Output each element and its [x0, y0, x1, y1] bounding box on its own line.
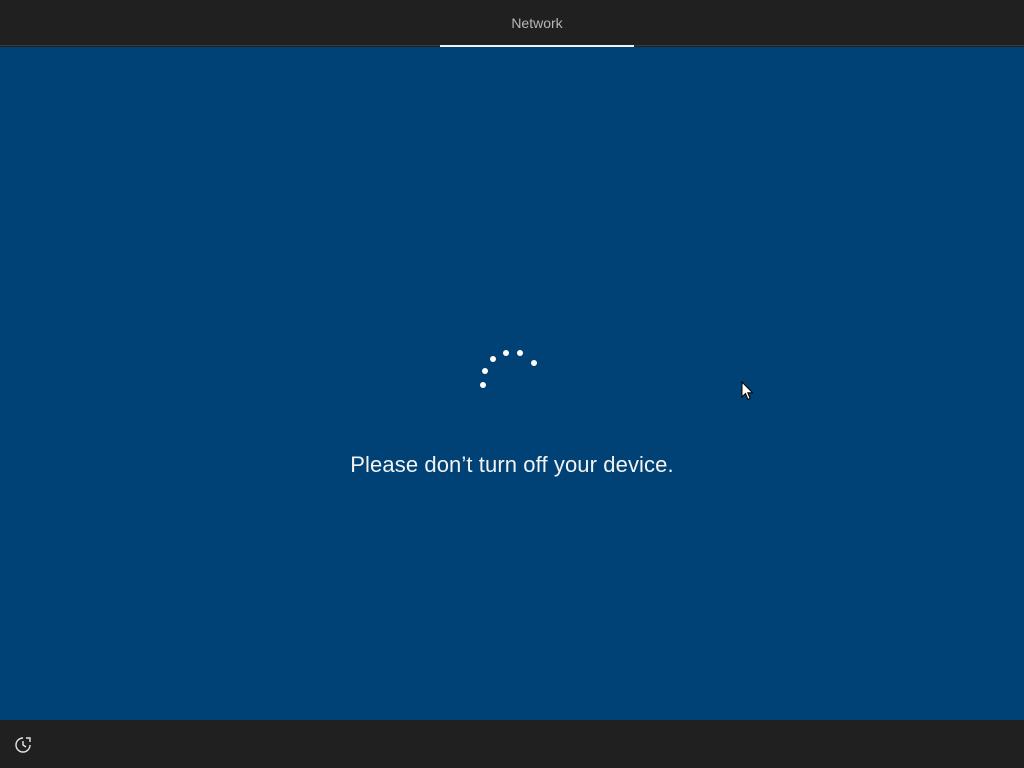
spinner-dot [480, 382, 486, 388]
tab-network-label: Network [511, 15, 563, 31]
loading-spinner-icon [480, 350, 537, 388]
bottom-bar [0, 720, 1024, 768]
spinner-dot [490, 356, 496, 362]
mouse-pointer-icon [741, 381, 754, 401]
ease-of-access-icon [15, 737, 31, 753]
spinner-dot [503, 350, 509, 356]
tab-network[interactable]: Network [440, 0, 634, 47]
spinner-dot [531, 360, 537, 366]
spinner-dot [482, 368, 488, 374]
spinner-dot [517, 350, 523, 356]
ease-of-access-button[interactable] [12, 734, 34, 756]
status-message: Please don’t turn off your device. [350, 452, 674, 477]
top-progress-bar: Network [0, 0, 1024, 47]
main-content: Please don’t turn off your device. [0, 47, 1024, 720]
oobe-screen: Network Please don’t turn off your devic… [0, 0, 1024, 768]
